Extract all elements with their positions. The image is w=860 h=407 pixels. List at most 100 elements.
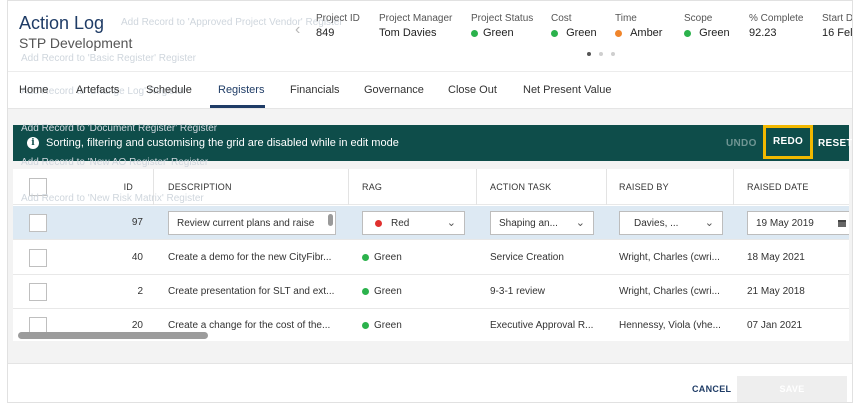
column-header-rag[interactable]: RAG xyxy=(362,169,462,204)
chevron-down-icon: ⌄ xyxy=(704,217,714,229)
raised-date-picker[interactable]: 19 May 2019 xyxy=(747,211,849,235)
reset-button[interactable]: RESET xyxy=(818,138,852,149)
tab-net-present-value[interactable]: Net Present Value xyxy=(523,84,611,96)
column-divider xyxy=(733,169,734,205)
status-dot-icon xyxy=(362,288,369,295)
cancel-button[interactable]: CANCEL xyxy=(692,384,731,394)
table-row[interactable]: 40 Create a demo for the new CityFibr...… xyxy=(13,241,849,275)
meta-start-date: Start D 16 Fel xyxy=(822,13,853,39)
status-dot-icon xyxy=(362,254,369,261)
status-dot-icon xyxy=(615,29,622,37)
row-rag-text: Green xyxy=(374,252,402,263)
meta-value-text: Green xyxy=(566,27,597,39)
table-row-editing: 97 Review current plans and raise Red ⌄ … xyxy=(13,206,849,240)
row-raised-by: Hennessy, Viola (vhe... xyxy=(619,320,721,331)
status-dot-icon xyxy=(684,29,691,37)
meta-project-manager: Project Manager Tom Davies xyxy=(379,13,452,39)
row-action-task: 9-3-1 review xyxy=(490,286,546,297)
description-input[interactable]: Review current plans and raise xyxy=(168,211,336,235)
status-dot-icon xyxy=(362,322,369,329)
meta-value-text: 16 Fel xyxy=(822,27,853,39)
meta-label: Scope xyxy=(684,13,713,24)
meta-value: Green xyxy=(551,27,597,39)
raised-date-value: 19 May 2019 xyxy=(756,217,814,229)
tab-artefacts[interactable]: Artefacts xyxy=(76,84,119,96)
row-rag: Green xyxy=(362,241,462,274)
tab-home[interactable]: Home xyxy=(19,84,48,96)
tab-financials[interactable]: Financials xyxy=(290,84,340,96)
status-dot-icon xyxy=(471,29,478,37)
meta-scope: Scope Green xyxy=(684,13,730,39)
column-header-action-task[interactable]: ACTION TASK xyxy=(490,169,590,204)
horizontal-scrollbar[interactable] xyxy=(18,332,208,339)
raised-by-select-value: Davies, ... xyxy=(634,217,679,229)
row-id: 40 xyxy=(131,252,143,263)
column-divider xyxy=(348,169,349,205)
meta-label: Cost xyxy=(551,13,572,24)
ghost-link: Add Record to 'New Risk Matrix' Register xyxy=(21,193,204,204)
column-header-raised-by[interactable]: RAISED BY xyxy=(619,169,719,204)
table-row[interactable]: 2 Create presentation for SLT and ext...… xyxy=(13,275,849,309)
tab-registers[interactable]: Registers xyxy=(218,84,264,96)
row-description: Create a demo for the new CityFibr... xyxy=(168,252,332,263)
meta-value: Green xyxy=(684,27,730,39)
meta-value-text: Amber xyxy=(630,27,663,39)
row-raised-by: Wright, Charles (cwri... xyxy=(619,252,720,263)
row-checkbox[interactable] xyxy=(29,283,47,301)
meta-cost: Cost Green xyxy=(551,13,597,39)
carousel-dot[interactable] xyxy=(599,52,603,56)
tab-bar: Add Record to 'Change Log' Register Home… xyxy=(8,71,852,109)
meta-value: 849 xyxy=(316,27,360,39)
project-name: STP Development xyxy=(19,35,133,51)
carousel-dot[interactable] xyxy=(611,52,615,56)
meta-value: Amber xyxy=(615,27,662,39)
row-id: 97 xyxy=(131,217,143,228)
meta-value-text: Green xyxy=(699,27,730,39)
footer: CANCEL SAVE xyxy=(8,363,852,402)
status-dot-icon xyxy=(551,29,558,37)
meta-value: 16 Fel xyxy=(822,27,853,39)
column-divider xyxy=(476,169,477,205)
tab-governance[interactable]: Governance xyxy=(364,84,424,96)
column-header-raised-date[interactable]: RAISED DATE xyxy=(747,169,847,204)
description-input-value: Review current plans and raise xyxy=(177,217,315,229)
action-task-select[interactable]: Shaping an... ⌄ xyxy=(490,211,594,235)
action-log-panel: Add Record to 'Approved Project Vendor' … xyxy=(7,0,853,403)
meta-label: Time xyxy=(615,13,637,24)
meta-label: Project Status xyxy=(471,13,534,24)
meta-label: Start D xyxy=(822,13,853,24)
info-icon: i xyxy=(27,137,39,149)
action-task-select-value: Shaping an... xyxy=(499,217,558,229)
meta-value-text: Green xyxy=(483,27,514,39)
save-button[interactable]: SAVE xyxy=(737,376,847,402)
raised-by-select[interactable]: Davies, ... ⌄ xyxy=(619,211,723,235)
status-dot-icon xyxy=(375,219,382,227)
row-rag-text: Green xyxy=(374,320,402,331)
row-rag-text: Green xyxy=(374,286,402,297)
row-raised-by: Wright, Charles (cwri... xyxy=(619,286,720,297)
row-action-task: Executive Approval R... xyxy=(490,320,594,331)
meta-value-text: 849 xyxy=(316,27,335,39)
rag-select[interactable]: Red ⌄ xyxy=(362,211,465,235)
row-checkbox[interactable] xyxy=(29,214,47,232)
chevron-down-icon: ⌄ xyxy=(446,217,456,229)
meta-value: 92.23 xyxy=(749,27,803,39)
chevron-left-icon[interactable]: ‹ xyxy=(295,21,300,39)
tab-schedule[interactable]: Schedule xyxy=(146,84,192,96)
edit-mode-message: Sorting, filtering and customising the g… xyxy=(46,137,399,149)
calendar-icon[interactable] xyxy=(838,220,846,227)
meta-label: Project ID xyxy=(316,13,360,24)
undo-button[interactable]: UNDO xyxy=(726,138,757,149)
header: Add Record to 'Approved Project Vendor' … xyxy=(8,1,852,69)
carousel-dots[interactable] xyxy=(587,52,615,56)
carousel-dot[interactable] xyxy=(587,52,591,56)
row-action-task: Service Creation xyxy=(490,252,564,263)
row-description: Create presentation for SLT and ext... xyxy=(168,286,335,297)
row-raised-date: 07 Jan 2021 xyxy=(747,320,803,331)
ghost-link: Add Record to 'Approved Project Vendor' … xyxy=(121,17,343,28)
input-scrollbar[interactable] xyxy=(328,214,333,226)
tab-close-out[interactable]: Close Out xyxy=(448,84,497,96)
ghost-link: Add Record to 'Basic Register' Register xyxy=(21,53,197,64)
row-checkbox[interactable] xyxy=(29,249,47,267)
redo-button[interactable]: REDO xyxy=(763,125,813,159)
